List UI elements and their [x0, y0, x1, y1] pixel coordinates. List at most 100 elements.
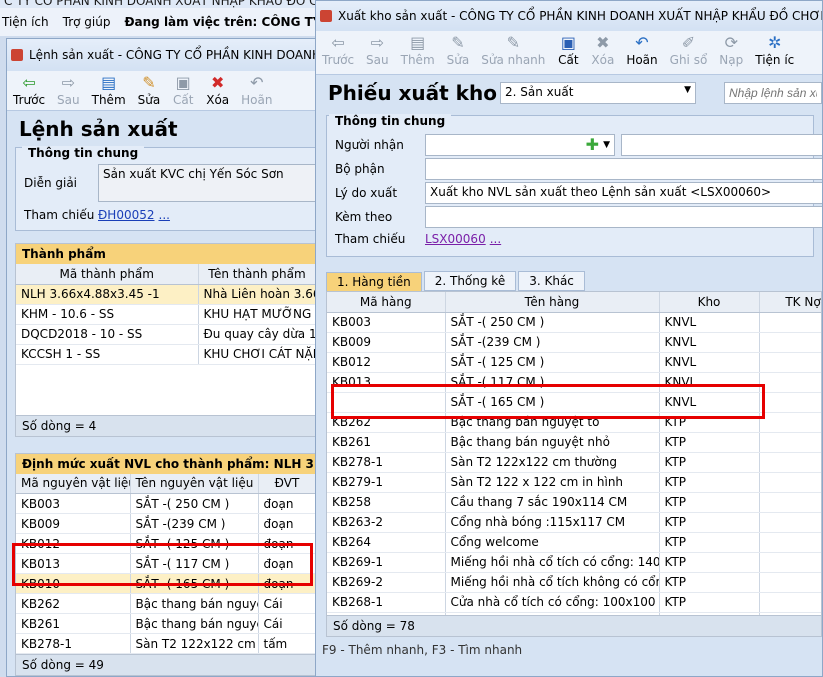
table-cell[interactable]: [759, 512, 821, 533]
table-row[interactable]: KCCSH 1 - SS KHU CHƠI CÁT NẶN: [16, 344, 317, 365]
toolbar-button-undo[interactable]: ↶ Hoãn: [235, 73, 278, 107]
toolbar-button-reload[interactable]: ⟳ Nạp: [713, 33, 749, 67]
table-cell[interactable]: [759, 352, 821, 373]
toolbar-button-edit[interactable]: ✎ Sửa: [132, 73, 167, 107]
table-cell[interactable]: KTP: [659, 552, 760, 573]
table-cell[interactable]: KB263-2: [327, 512, 446, 533]
table-cell[interactable]: KB003: [327, 312, 446, 333]
toolbar-button-delete[interactable]: ✖ Xóa: [200, 73, 235, 107]
table-cell[interactable]: [759, 532, 821, 553]
table-cell[interactable]: [759, 592, 821, 613]
table-cell[interactable]: [759, 392, 821, 413]
reference-link[interactable]: LSX00060: [425, 232, 486, 246]
table-cell[interactable]: Cửa nhà cổ tích có cổng: 100x100 CM -: [445, 592, 660, 613]
tab-thong-ke[interactable]: 2. Thống kê: [423, 271, 517, 291]
table-cell[interactable]: KB269-2: [327, 572, 446, 593]
table-cell[interactable]: KB261: [16, 613, 131, 634]
toolbar-button-arrow-left[interactable]: ⇦ Trước: [316, 33, 360, 67]
table-cell[interactable]: KB278-1: [16, 633, 131, 654]
table-cell[interactable]: Miếng hồi nhà cổ tích không có cổng : 1: [445, 572, 660, 593]
table-cell[interactable]: Miếng hồi nhà cổ tích có cổng: 140x100: [445, 552, 660, 573]
table-cell[interactable]: Cái: [258, 593, 317, 614]
attachment-field[interactable]: [425, 206, 822, 228]
toolbar-button-arrow-left[interactable]: ⇦ Trước: [7, 73, 51, 107]
table-cell[interactable]: KB278-1: [327, 452, 446, 473]
table-cell[interactable]: SẮT -(239 CM ): [445, 332, 660, 353]
table-row[interactable]: KHM - 10.6 - SSKHU HẠT MƯỠNG 10: [16, 304, 317, 325]
col-tk-no[interactable]: TK Nợ: [759, 292, 821, 313]
table-cell[interactable]: Bậc thang bán nguyệt nhỏ: [445, 432, 660, 453]
tab-khac[interactable]: 3. Khác: [518, 271, 585, 291]
toolbar-button-quick-edit[interactable]: ✎ Sửa nhanh: [475, 33, 551, 67]
receiver-field[interactable]: ✚ ▼: [425, 134, 615, 156]
toolbar-button-post[interactable]: ✐ Ghi sổ: [664, 33, 714, 67]
toolbar-button-add-doc[interactable]: ▤ Thêm: [395, 33, 441, 67]
toolbar-button-arrow-right[interactable]: ⇨ Sau: [360, 33, 395, 67]
toolbar-button-save[interactable]: ▣ Cất: [551, 33, 585, 67]
table-cell[interactable]: đoạn: [258, 493, 317, 514]
receiver-name-field[interactable]: [621, 134, 822, 156]
table-row[interactable]: KB261Bậc thang bán nguyệt nCái: [16, 613, 317, 634]
add-icon[interactable]: ✚: [586, 137, 599, 153]
production-order-input[interactable]: [724, 82, 822, 104]
table-cell[interactable]: Cổng nhà bóng :115x117 CM: [445, 512, 660, 533]
table-row[interactable]: KB264 Cổng welcome KTP: [327, 532, 821, 553]
table-row[interactable]: KB009 SẮT -(239 CM ) KNVL: [327, 332, 821, 353]
table-cell[interactable]: [759, 312, 821, 333]
voucher-type-select[interactable]: 2. Sản xuất ▼: [500, 82, 696, 104]
table-cell[interactable]: [759, 492, 821, 513]
table-cell[interactable]: NLH 3.66x4.88x3.45 -1: [16, 284, 199, 305]
table-cell[interactable]: KB012: [327, 352, 446, 373]
chevron-down-icon[interactable]: ▼: [603, 140, 610, 150]
table-cell[interactable]: KNVL: [659, 332, 760, 353]
table-row[interactable]: KB012 SẮT -( 125 CM ) KNVL: [327, 352, 821, 373]
col-ten-hang[interactable]: Tên hàng: [445, 292, 660, 313]
col-ten-thanh-pham[interactable]: Tên thành phẩm: [198, 264, 317, 285]
table-row[interactable]: KB279-1 Sàn T2 122 x 122 cm in hình KTP: [327, 472, 821, 493]
toolbar-button-utility[interactable]: ✲ Tiện íc: [749, 33, 800, 67]
toolbar-button-save[interactable]: ▣ Cất: [166, 73, 200, 107]
table-cell[interactable]: KCCSH 1 - SS: [16, 344, 199, 365]
table-row[interactable]: KB278-1 Sàn T2 122x122 cm thường KTP: [327, 452, 821, 473]
table-cell[interactable]: KB009: [16, 513, 131, 534]
table-cell[interactable]: [759, 432, 821, 453]
table-cell[interactable]: KB003: [16, 493, 131, 514]
table-cell[interactable]: [759, 472, 821, 493]
table-row[interactable]: KB263-2 Cổng nhà bóng :115x117 CM KTP: [327, 512, 821, 533]
menu-item-tien-ich[interactable]: Tiện ích: [2, 15, 49, 29]
dien-giai-field[interactable]: Sản xuất KVC chị Yến Sóc Sơn: [98, 164, 320, 202]
tab-hang-tien[interactable]: 1. Hàng tiền: [326, 271, 422, 291]
table-cell[interactable]: KB262: [16, 593, 131, 614]
table-cell[interactable]: Đu quay cây dừa 10 qu: [198, 324, 317, 345]
table-cell[interactable]: SẮT -(239 CM ): [130, 513, 259, 534]
table-cell[interactable]: KTP: [659, 572, 760, 593]
table-cell[interactable]: Sàn T2 122 x 122 cm in hình: [445, 472, 660, 493]
table-cell[interactable]: SẮT -( 250 CM ): [130, 493, 259, 514]
table-cell[interactable]: KTP: [659, 472, 760, 493]
table-cell[interactable]: KNVL: [659, 352, 760, 373]
table-cell[interactable]: đoạn: [258, 513, 317, 534]
table-cell[interactable]: [759, 372, 821, 393]
table-row[interactable]: KB262Bậc thang bán nguyệt tCái: [16, 593, 317, 614]
table-cell[interactable]: KHU CHƠI CÁT NẶN: [198, 344, 317, 365]
table-cell[interactable]: Sàn T2 122x122 cm th: [130, 633, 259, 654]
table-cell[interactable]: [759, 452, 821, 473]
toolbar-button-edit[interactable]: ✎ Sửa: [441, 33, 476, 67]
table-cell[interactable]: Cầu thang 7 sắc 190x114 CM: [445, 492, 660, 513]
reference-more-link[interactable]: ...: [159, 208, 170, 222]
table-cell[interactable]: KB268-1: [327, 592, 446, 613]
window-title-bar[interactable]: Xuất kho sản xuất - CÔNG TY CỔ PHẦN KINH…: [316, 1, 822, 31]
table-cell[interactable]: tấm: [258, 633, 317, 654]
department-field[interactable]: [425, 158, 822, 180]
table-cell[interactable]: Bậc thang bán nguyệt t: [130, 593, 259, 614]
table-cell[interactable]: SẮT -( 250 CM ): [445, 312, 660, 333]
table-row[interactable]: KB003 SẮT -( 250 CM ) KNVL: [327, 312, 821, 333]
table-row[interactable]: KB269-1 Miếng hồi nhà cổ tích có cổng: 14…: [327, 552, 821, 573]
reference-more-link[interactable]: ...: [490, 232, 501, 246]
table-cell[interactable]: KB279-1: [327, 472, 446, 493]
table-cell[interactable]: KTP: [659, 512, 760, 533]
table-cell[interactable]: DQCD2018 - 10 - SS: [16, 324, 199, 345]
table-cell[interactable]: KB264: [327, 532, 446, 553]
table-cell[interactable]: [759, 412, 821, 433]
col-ma-hang[interactable]: Mã hàng: [327, 292, 446, 313]
